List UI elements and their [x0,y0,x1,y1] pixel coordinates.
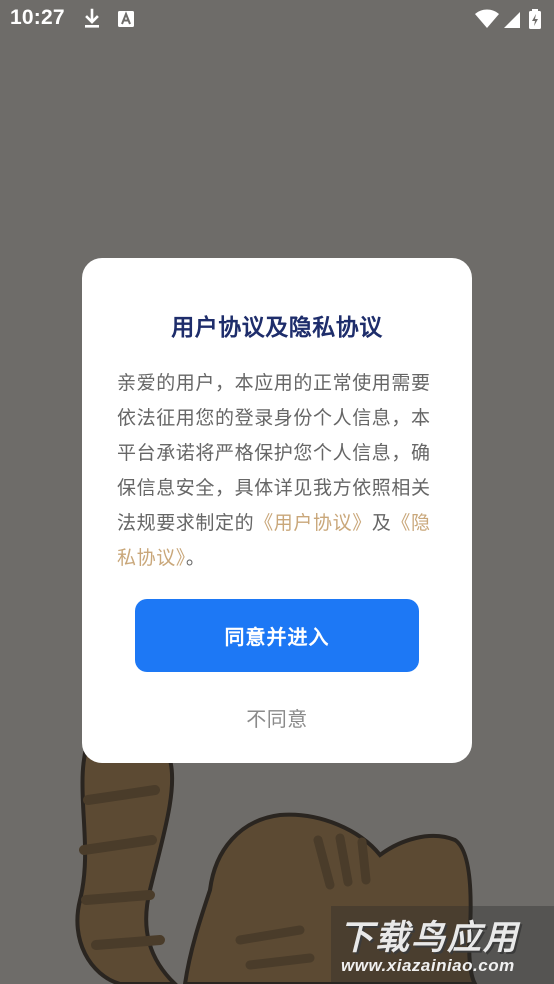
watermark: 下载鸟应用 www.xiazainiao.com [331,906,554,984]
watermark-name: 下载鸟应用 [339,918,519,958]
a-notification-icon [116,8,136,30]
battery-charging-icon [528,8,542,30]
disagree-button[interactable]: 不同意 [202,698,352,736]
agreement-dialog: 用户协议及隐私协议 亲爱的用户，本应用的正常使用需要依法征用您的登录身份个人信息… [82,258,472,763]
dialog-title: 用户协议及隐私协议 [171,315,383,341]
user-agreement-link[interactable]: 《用户协议》 [254,512,372,534]
dialog-body: 亲爱的用户，本应用的正常使用需要依法征用您的登录身份个人信息，本平台承诺将严格保… [117,366,439,576]
cellular-signal-icon [502,8,522,30]
dialog-body-text: 亲爱的用户，本应用的正常使用需要依法征用您的登录身份个人信息，本平台承诺将严格保… [117,372,431,534]
agree-and-enter-button[interactable]: 同意并进入 [135,599,419,672]
watermark-url: www.xiazainiao.com [341,956,515,975]
wifi-icon [474,8,500,30]
conjunction-text: 及 [371,512,392,534]
download-icon [82,8,102,30]
status-time: 10:27 [10,6,65,29]
ending-punctuation: 。 [185,547,206,569]
status-bar: 10:27 [0,0,554,38]
screen: 10:27 用户协议及隐私协议 亲爱的用户，本应用的正常使用需要依法征用您的登录… [0,0,554,984]
